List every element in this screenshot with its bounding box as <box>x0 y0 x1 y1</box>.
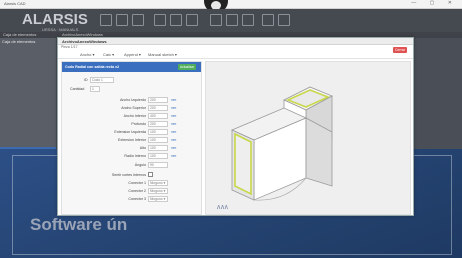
form-row-connector: Conector 1 Ninguno ▾ <box>62 180 201 187</box>
id-label: ID <box>84 78 88 82</box>
toolbar-icon-10[interactable] <box>262 14 274 26</box>
3d-viewer[interactable]: ΛΛΛ <box>205 61 411 215</box>
toolbar-icon-9[interactable] <box>242 14 254 26</box>
toolbar-icon-11[interactable] <box>278 14 290 26</box>
form-row-inner-cuts: Sentir cortes Internos <box>62 172 201 179</box>
dim-unit: mm <box>171 114 177 118</box>
toolbar-icon-5[interactable] <box>170 14 182 26</box>
element-dialog: ArchivoAnexoWindows Pieza 1/17 Ancho ▾ C… <box>57 37 414 216</box>
dim-unit: mm <box>171 106 177 110</box>
window-titlebar: Alarsis CAD — ▢ ✕ <box>0 0 462 9</box>
viewer-logo: ΛΛΛ <box>217 205 229 211</box>
toolbar-icon-1[interactable] <box>100 14 112 26</box>
menu-item-0[interactable]: Caja de elementos <box>3 32 36 37</box>
dim-input[interactable]: 400 <box>148 113 168 119</box>
toolbar-dropdown-sketch[interactable]: Manual sketch ▾ <box>148 52 177 57</box>
close-button[interactable]: Cerrar <box>393 47 407 53</box>
form-row-angle: Ángulo 90 <box>62 162 201 169</box>
inner-cuts-label: Sentir cortes Internos <box>111 173 146 177</box>
angle-label: Ángulo <box>134 163 146 167</box>
dim-label: Extension Inferior <box>118 138 146 142</box>
form-row-dim: Ancho Inferior 400 mm <box>62 113 201 120</box>
window-controls[interactable]: — ▢ ✕ <box>411 0 458 6</box>
form-header: Codo Radial con salida recta x2 Actualiz… <box>62 62 201 72</box>
form-row-dim: Extension Izquierda 100 mm <box>62 129 201 136</box>
toolbar-icon-4[interactable] <box>154 14 166 26</box>
connector-select[interactable]: Ninguno ▾ <box>148 180 168 186</box>
dim-label: Extension Izquierda <box>114 130 146 134</box>
inner-cuts-checkbox[interactable] <box>148 172 153 177</box>
toolbar-dropdown-width[interactable]: Ancho ▾ <box>80 52 94 57</box>
dim-unit: mm <box>171 138 177 142</box>
toolbar-icon-6[interactable] <box>186 14 198 26</box>
dialog-filename: Pieza 1/17 <box>61 45 78 49</box>
dim-unit: mm <box>171 154 177 158</box>
window-title: Alarsis CAD <box>4 1 26 6</box>
toolbar-dropdown-append[interactable]: Append ▾ <box>124 52 141 57</box>
form-row-dim: Profundo 200 mm <box>62 121 201 128</box>
form-row-connector: Conector 3 Ninguno ▾ <box>62 196 201 203</box>
toolbar-dropdown-calc[interactable]: Calc ▾ <box>103 52 114 57</box>
update-button[interactable]: Actualizar <box>178 64 196 70</box>
dim-input[interactable]: 100 <box>148 153 168 159</box>
dialog-titlebar: ArchivoAnexoWindows <box>58 38 413 45</box>
duct-3d-model <box>231 86 333 201</box>
form-card: Codo Radial con salida recta x2 Actualiz… <box>61 61 202 215</box>
dim-label: Profundo <box>131 122 146 126</box>
app-header: ALARSIS URSSA · MANUALS <box>0 9 462 32</box>
dim-unit: mm <box>171 122 177 126</box>
toolbar-icon-7[interactable] <box>210 14 222 26</box>
form-row-quantity: Cantidad 1 <box>62 86 201 93</box>
dim-label: Radio Interno <box>124 154 146 158</box>
form-row-dim: Ancho Superior 200 mm <box>62 105 201 112</box>
dim-input[interactable]: 200 <box>148 121 168 127</box>
dim-input[interactable]: 100 <box>148 137 168 143</box>
dim-unit: mm <box>171 130 177 134</box>
connector-label: Conector 2 <box>128 189 146 193</box>
toolbar-icon-3[interactable] <box>132 14 144 26</box>
connector-select[interactable]: Ninguno ▾ <box>148 188 168 194</box>
connector-label: Conector 1 <box>128 181 146 185</box>
dim-unit: mm <box>171 146 177 150</box>
form-row-dim: Extension Inferior 100 mm <box>62 137 201 144</box>
toolbar-icon-8[interactable] <box>226 14 238 26</box>
dim-label: Ancho Superior <box>121 106 146 110</box>
dim-input[interactable]: 200 <box>148 105 168 111</box>
dim-label: Ancho Izquierdo <box>120 98 146 102</box>
dim-label: Alto <box>139 146 146 150</box>
connector-select[interactable]: Ninguno ▾ <box>148 196 168 202</box>
panel-tab-elements-box[interactable]: Caja de elementos <box>2 39 35 44</box>
app-logo: ALARSIS <box>22 11 88 28</box>
dim-unit: mm <box>171 98 177 102</box>
dim-label: Ancho Inferior <box>123 114 146 118</box>
form-row-dim: Alto 100 mm <box>62 145 201 152</box>
dim-input[interactable]: 200 <box>148 97 168 103</box>
promo-headline: Software ún <box>30 215 128 234</box>
angle-input[interactable]: 90 <box>148 162 168 168</box>
form-row-connector: Conector 2 Ninguno ▾ <box>62 188 201 195</box>
form-row-dim: Ancho Izquierdo 200 mm <box>62 97 201 104</box>
form-row-id: ID Codo 1 <box>62 77 201 84</box>
dialog-title: ArchivoAnexoWindows <box>62 39 107 44</box>
left-opening <box>234 132 252 196</box>
form-title: Codo Radial con salida recta x2 <box>65 65 120 69</box>
quantity-label: Cantidad <box>70 87 85 91</box>
dialog-toolbar: Ancho ▾ Calc ▾ Append ▾ Manual sketch ▾ <box>58 51 413 59</box>
connector-label: Conector 3 <box>128 197 146 201</box>
id-input[interactable]: Codo 1 <box>90 77 114 83</box>
quantity-input[interactable]: 1 <box>90 86 100 92</box>
toolbar-icon-2[interactable] <box>116 14 128 26</box>
dim-input[interactable]: 100 <box>148 145 168 151</box>
form-row-dim: Radio Interno 100 mm <box>62 153 201 160</box>
dim-input[interactable]: 100 <box>148 129 168 135</box>
